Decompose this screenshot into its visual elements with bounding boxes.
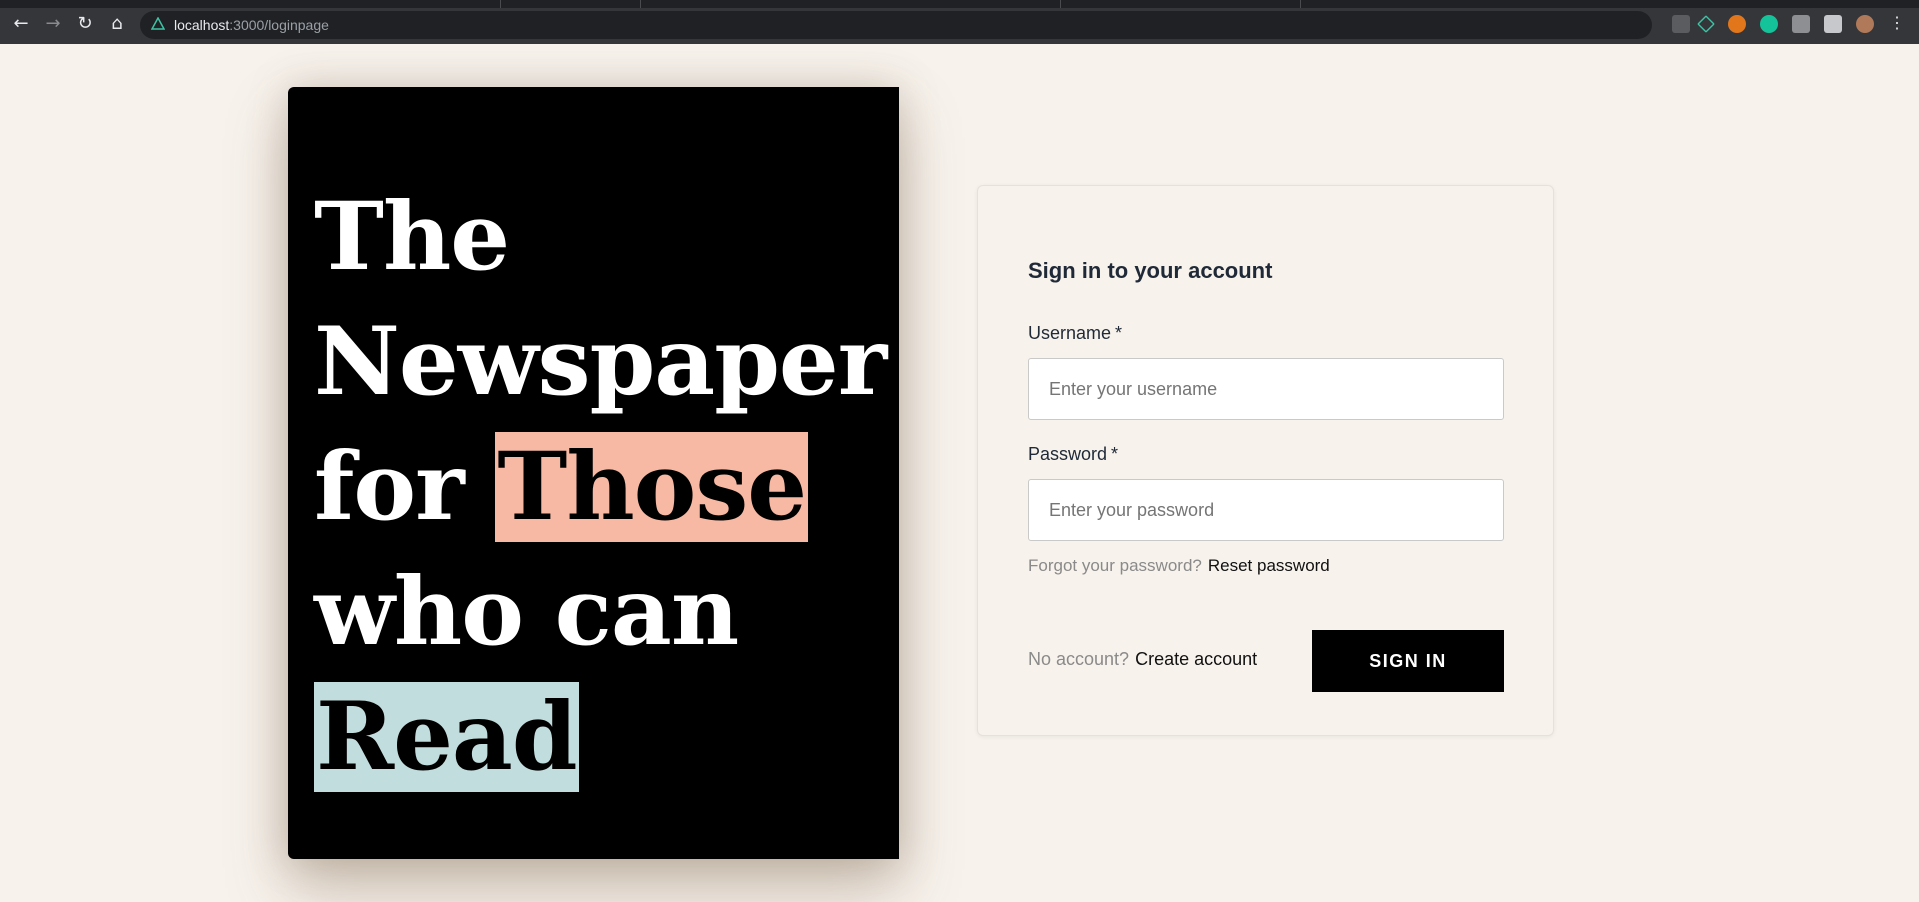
password-label-text: Password (1028, 444, 1108, 464)
highlight-those: Those (495, 432, 809, 542)
tab-divider (640, 0, 641, 8)
create-account-link[interactable]: Create account (1135, 649, 1257, 669)
sign-in-button[interactable]: SIGN IN (1312, 630, 1504, 692)
username-required-mark: * (1115, 323, 1123, 343)
hero-poster: The Newspaper for Those who can Read (288, 87, 899, 859)
login-card: Sign in to your account Username* Passwo… (977, 185, 1554, 736)
forward-icon[interactable]: → (42, 13, 64, 35)
no-account-row: No account? Create account (1028, 649, 1257, 670)
url-text: localhost:3000/loginpage (174, 17, 329, 33)
site-info-icon[interactable] (151, 17, 165, 31)
extension-pen-icon[interactable] (1672, 15, 1690, 33)
no-account-text: No account? (1028, 649, 1130, 669)
forgot-password-row: Forgot your password? Reset password (1028, 556, 1330, 576)
username-label: Username * (1028, 323, 1122, 344)
address-bar[interactable]: localhost:3000/loginpage (140, 11, 1652, 39)
back-icon[interactable]: ← (10, 13, 32, 35)
highlight-read: Read (314, 682, 579, 792)
headline-line-4: who can (314, 557, 739, 667)
headline-line-5: Read (314, 675, 894, 800)
extension-vue-icon[interactable] (1697, 15, 1715, 33)
url-host: localhost (174, 17, 230, 33)
password-input[interactable] (1028, 479, 1504, 541)
tab-divider (1060, 0, 1061, 8)
headline-line-1: The (314, 182, 510, 292)
reload-icon[interactable]: ↻ (74, 13, 96, 35)
headline-line-2: Newspaper (314, 307, 887, 417)
extension-grammarly-icon[interactable] (1760, 15, 1778, 33)
tab-divider (500, 0, 501, 8)
profile-avatar[interactable] (1856, 15, 1874, 33)
forgot-password-text: Forgot your password? (1028, 556, 1202, 575)
home-icon[interactable]: ⌂ (106, 13, 128, 35)
headline-line-3: for Those (314, 425, 894, 550)
extension-metamask-icon[interactable] (1728, 15, 1746, 33)
username-label-text: Username (1028, 323, 1112, 343)
hero-headline: The Newspaper for Those who can Read (314, 175, 894, 800)
tab-strip (0, 0, 1919, 8)
extensions-puzzle-icon[interactable] (1824, 15, 1842, 33)
password-required-mark: * (1111, 444, 1119, 464)
headline-for: for (314, 432, 496, 542)
reset-password-link[interactable]: Reset password (1208, 556, 1330, 575)
login-title: Sign in to your account (1028, 258, 1273, 283)
username-input[interactable] (1028, 358, 1504, 420)
menu-kebab-icon[interactable]: ⋮ (1888, 15, 1906, 33)
browser-toolbar: ← → ↻ ⌂ localhost:3000/loginpage ⋮ (0, 0, 1919, 44)
password-label: Password * (1028, 444, 1118, 465)
extension-camera-icon[interactable] (1792, 15, 1810, 33)
url-path: :3000/loginpage (229, 17, 329, 33)
tab-divider (1300, 0, 1301, 8)
